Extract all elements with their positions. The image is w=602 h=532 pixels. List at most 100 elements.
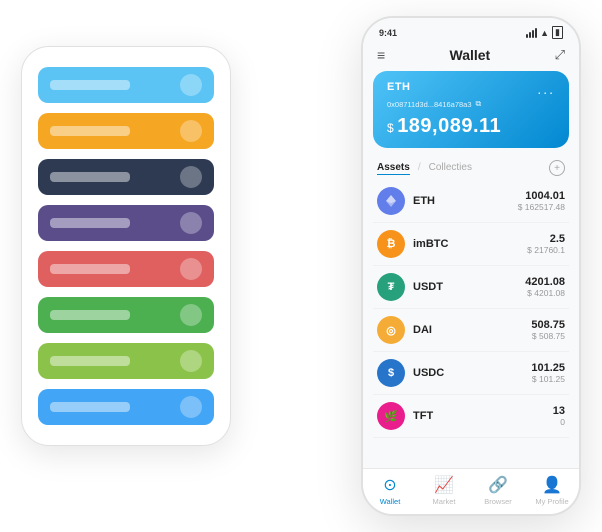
list-item[interactable]: ◎ DAI 508.75 $ 508.75 bbox=[373, 309, 569, 352]
phone-header: ≡ Wallet ⤢ bbox=[363, 43, 579, 71]
imbtc-asset-amount: 2.5 bbox=[527, 233, 565, 245]
battery-icon: ▮ bbox=[552, 26, 563, 39]
usdc-asset-amounts: 101.25 $ 101.25 bbox=[531, 362, 565, 384]
wallet-nav-label: Wallet bbox=[380, 497, 401, 506]
card-icon bbox=[180, 212, 202, 234]
list-item[interactable]: ETH 1004.01 $ 162517.48 bbox=[373, 180, 569, 223]
usdt-asset-icon: ₮ bbox=[377, 273, 405, 301]
eth-asset-amounts: 1004.01 $ 162517.48 bbox=[518, 190, 565, 212]
card-icon bbox=[180, 74, 202, 96]
browser-nav-icon: 🔗 bbox=[488, 475, 508, 495]
card-label bbox=[50, 356, 130, 366]
tab-assets[interactable]: Assets bbox=[377, 162, 410, 175]
eth-asset-amount: 1004.01 bbox=[518, 190, 565, 202]
usdc-asset-name: USDC bbox=[413, 367, 523, 379]
dai-asset-usd: $ 508.75 bbox=[531, 331, 565, 341]
nav-item-market[interactable]: 📈 Market bbox=[417, 475, 471, 506]
wallet-card-blue[interactable] bbox=[38, 67, 214, 103]
left-phone bbox=[21, 46, 231, 446]
usdt-asset-usd: $ 4201.08 bbox=[525, 288, 565, 298]
status-bar: 9:41 ▲ ▮ bbox=[363, 18, 579, 43]
imbtc-asset-amounts: 2.5 $ 21760.1 bbox=[527, 233, 565, 255]
profile-nav-icon: 👤 bbox=[542, 475, 562, 495]
wallet-card-red[interactable] bbox=[38, 251, 214, 287]
tab-separator: / bbox=[418, 162, 421, 175]
scene: 9:41 ▲ ▮ ≡ Wallet ⤢ ETH ... bbox=[21, 16, 581, 516]
eth-asset-usd: $ 162517.48 bbox=[518, 202, 565, 212]
dai-asset-name: DAI bbox=[413, 324, 523, 336]
scan-icon[interactable]: ⤢ bbox=[555, 47, 565, 63]
card-icon bbox=[180, 258, 202, 280]
eth-asset-icon bbox=[377, 187, 405, 215]
eth-currency-symbol: $ bbox=[387, 121, 394, 135]
menu-icon[interactable]: ≡ bbox=[377, 47, 385, 63]
usdc-asset-icon: $ bbox=[377, 359, 405, 387]
copy-icon[interactable]: ⧉ bbox=[476, 99, 482, 109]
card-icon bbox=[180, 304, 202, 326]
eth-balance: $189,089.11 bbox=[387, 115, 555, 138]
list-item[interactable]: ₿ imBTC 2.5 $ 21760.1 bbox=[373, 223, 569, 266]
dai-asset-icon: ◎ bbox=[377, 316, 405, 344]
card-icon bbox=[180, 396, 202, 418]
usdt-asset-amount: 4201.08 bbox=[525, 276, 565, 288]
usdt-asset-name: USDT bbox=[413, 281, 517, 293]
eth-card[interactable]: ETH ... 0x08711d3d...8416a78a3 ⧉ $189,08… bbox=[373, 71, 569, 148]
tab-collecties[interactable]: Collecties bbox=[429, 162, 472, 175]
asset-list: ETH 1004.01 $ 162517.48 ₿ imBTC 2.5 $ 21… bbox=[363, 180, 579, 468]
card-label bbox=[50, 310, 130, 320]
market-nav-label: Market bbox=[433, 497, 456, 506]
list-item[interactable]: ₮ USDT 4201.08 $ 4201.08 bbox=[373, 266, 569, 309]
tft-asset-amount: 13 bbox=[553, 405, 565, 417]
eth-card-header: ETH ... bbox=[387, 81, 555, 97]
card-icon bbox=[180, 350, 202, 372]
dai-asset-amount: 508.75 bbox=[531, 319, 565, 331]
tft-asset-name: TFT bbox=[413, 410, 545, 422]
card-label bbox=[50, 172, 130, 182]
imbtc-asset-icon: ₿ bbox=[377, 230, 405, 258]
add-asset-button[interactable]: + bbox=[549, 160, 565, 176]
card-icon bbox=[180, 166, 202, 188]
wallet-card-lightgreen[interactable] bbox=[38, 343, 214, 379]
wallet-nav-icon: ⊙ bbox=[383, 475, 396, 495]
usdc-asset-amount: 101.25 bbox=[531, 362, 565, 374]
profile-nav-label: My Profile bbox=[535, 497, 568, 506]
eth-address: 0x08711d3d...8416a78a3 ⧉ bbox=[387, 99, 555, 109]
bottom-nav: ⊙ Wallet 📈 Market 🔗 Browser 👤 My Profile bbox=[363, 468, 579, 514]
signal-icon bbox=[526, 28, 537, 38]
card-label bbox=[50, 264, 130, 274]
usdt-asset-amounts: 4201.08 $ 4201.08 bbox=[525, 276, 565, 298]
browser-nav-label: Browser bbox=[484, 497, 512, 506]
card-label bbox=[50, 218, 130, 228]
card-label bbox=[50, 402, 130, 412]
assets-tabs: Assets / Collecties bbox=[377, 162, 472, 175]
status-time: 9:41 bbox=[379, 28, 397, 38]
tft-asset-usd: 0 bbox=[553, 417, 565, 427]
card-label bbox=[50, 80, 130, 90]
tft-asset-icon: 🌿 bbox=[377, 402, 405, 430]
nav-item-profile[interactable]: 👤 My Profile bbox=[525, 475, 579, 506]
nav-item-wallet[interactable]: ⊙ Wallet bbox=[363, 475, 417, 506]
imbtc-asset-name: imBTC bbox=[413, 238, 519, 250]
wallet-card-orange[interactable] bbox=[38, 113, 214, 149]
dai-asset-amounts: 508.75 $ 508.75 bbox=[531, 319, 565, 341]
imbtc-asset-usd: $ 21760.1 bbox=[527, 245, 565, 255]
wallet-card-purple[interactable] bbox=[38, 205, 214, 241]
status-icons: ▲ ▮ bbox=[526, 26, 563, 39]
nav-item-browser[interactable]: 🔗 Browser bbox=[471, 475, 525, 506]
wallet-card-lightblue[interactable] bbox=[38, 389, 214, 425]
eth-card-label: ETH bbox=[387, 81, 411, 93]
card-icon bbox=[180, 120, 202, 142]
page-title: Wallet bbox=[450, 47, 491, 63]
right-phone: 9:41 ▲ ▮ ≡ Wallet ⤢ ETH ... bbox=[361, 16, 581, 516]
list-item[interactable]: $ USDC 101.25 $ 101.25 bbox=[373, 352, 569, 395]
eth-asset-name: ETH bbox=[413, 195, 510, 207]
wifi-icon: ▲ bbox=[540, 28, 549, 38]
card-label bbox=[50, 126, 130, 136]
wallet-card-dark[interactable] bbox=[38, 159, 214, 195]
market-nav-icon: 📈 bbox=[434, 475, 454, 495]
wallet-card-green[interactable] bbox=[38, 297, 214, 333]
tft-asset-amounts: 13 0 bbox=[553, 405, 565, 427]
eth-card-menu[interactable]: ... bbox=[537, 81, 555, 97]
assets-header: Assets / Collecties + bbox=[363, 156, 579, 180]
list-item[interactable]: 🌿 TFT 13 0 bbox=[373, 395, 569, 438]
